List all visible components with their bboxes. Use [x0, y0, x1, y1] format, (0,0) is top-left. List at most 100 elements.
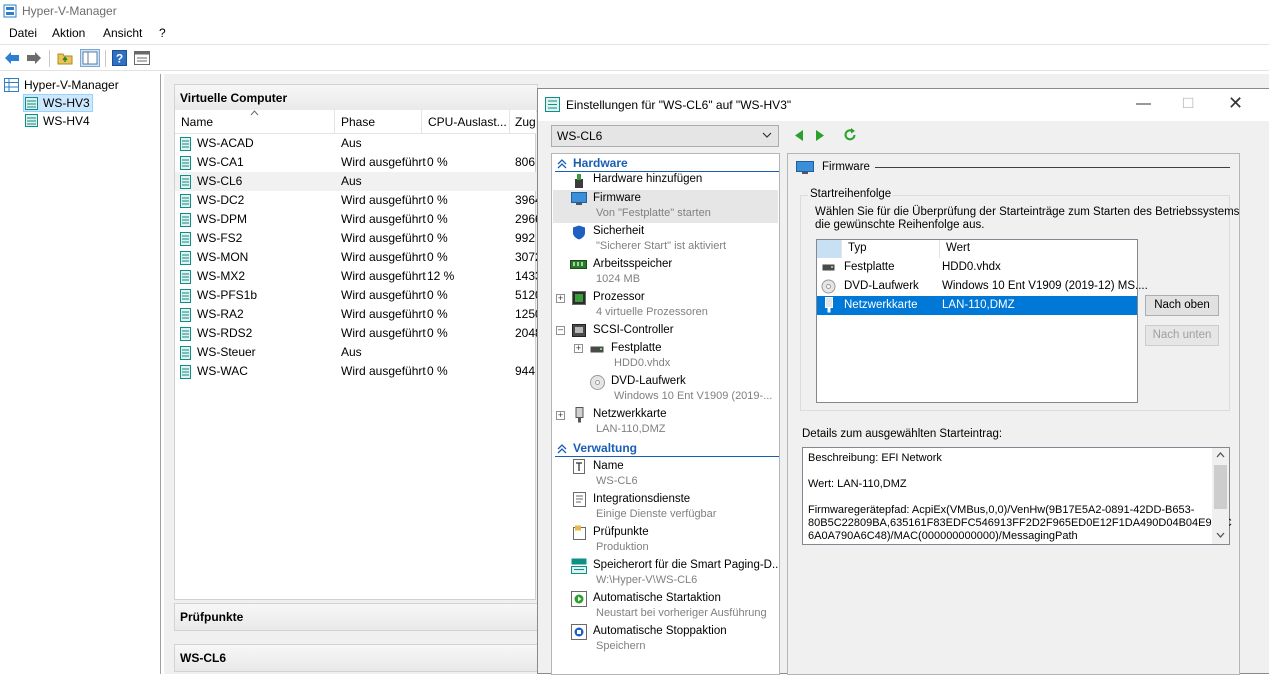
- management-header[interactable]: Verwaltung: [555, 440, 779, 457]
- nav-item-processor[interactable]: + Prozessor 4 virtuelle Prozessoren: [553, 289, 778, 322]
- vm-row[interactable]: WS-PFS1b Wird ausgeführt 0 % 5120: [175, 286, 542, 305]
- col-phase[interactable]: Phase: [341, 110, 375, 134]
- vm-cpu: 0 %: [427, 155, 448, 169]
- expand-icon[interactable]: +: [556, 411, 565, 420]
- vm-icon: [180, 308, 191, 322]
- tree-root[interactable]: Hyper-V-Manager: [4, 76, 154, 94]
- scroll-up-icon[interactable]: [1216, 452, 1225, 458]
- tree-item-ws-hv4[interactable]: WS-HV4: [24, 112, 94, 130]
- details-scrollbar[interactable]: [1212, 448, 1229, 544]
- nav-item-security[interactable]: Sicherheit "Sicherer Start" ist aktivier…: [553, 223, 778, 256]
- vm-row[interactable]: WS-MX2 Wird ausgeführt 12 % 1433: [175, 267, 542, 286]
- hardware-header[interactable]: Hardware: [555, 155, 779, 172]
- move-up-button[interactable]: Nach oben: [1145, 295, 1219, 316]
- boot-col-value[interactable]: Wert: [946, 242, 970, 254]
- boot-desc-line2: die gewünschte Reihenfolge aus.: [815, 219, 985, 231]
- next-vm-icon[interactable]: [815, 129, 826, 142]
- boot-entry-dvd[interactable]: DVD-Laufwerk Windows 10 Ent V1909 (2019-…: [817, 277, 1148, 296]
- vm-row[interactable]: WS-RDS2 Wird ausgeführt 0 % 2048: [175, 324, 542, 343]
- sort-ascending-icon: [250, 110, 259, 116]
- vm-name: WS-Steuer: [197, 345, 256, 359]
- collapse-icon: [557, 444, 567, 454]
- close-icon[interactable]: ✕: [1228, 93, 1243, 114]
- minimize-icon[interactable]: —: [1136, 95, 1151, 112]
- vm-section-header: Virtuelle Computer: [174, 84, 538, 112]
- nav-item-add-hardware[interactable]: Hardware hinzufügen: [553, 173, 778, 190]
- menu-bar: Datei Aktion Ansicht ?: [0, 22, 1269, 44]
- collapse-box-icon[interactable]: –: [556, 325, 565, 335]
- hard-disk-icon: [822, 264, 835, 271]
- vm-row[interactable]: WS-RA2 Wird ausgeführt 0 % 1250: [175, 305, 542, 324]
- help-icon[interactable]: ?: [112, 50, 127, 66]
- nav-item-firmware[interactable]: Firmware Von "Festplatte" starten: [553, 190, 778, 223]
- nav-item-name[interactable]: Name WS-CL6: [553, 458, 778, 491]
- console-tree-icon[interactable]: [80, 49, 100, 67]
- boot-entry-details[interactable]: Beschreibung: EFI Network Wert: LAN-110,…: [802, 447, 1232, 545]
- vm-icon: [180, 194, 191, 208]
- boot-col-type[interactable]: Typ: [848, 242, 867, 254]
- menu-ansicht[interactable]: Ansicht: [103, 26, 142, 40]
- menu-help[interactable]: ?: [159, 26, 166, 40]
- vm-cpu: 0 %: [427, 212, 448, 226]
- vm-cpu: 0 %: [427, 231, 448, 245]
- dialog-title: Einstellungen für "WS-CL6" auf "WS-HV3": [566, 98, 792, 112]
- nav-item-hard-disk[interactable]: + Festplatte HDD0.vhdx: [553, 340, 778, 373]
- details-label: Details zum ausgewählten Starteintrag:: [802, 428, 1003, 440]
- boot-entry-hard-disk[interactable]: Festplatte HDD0.vhdx: [817, 258, 1137, 277]
- refresh-icon[interactable]: [843, 128, 857, 142]
- col-name[interactable]: Name: [181, 110, 213, 134]
- expand-icon[interactable]: +: [574, 344, 583, 353]
- maximize-icon[interactable]: □: [1183, 93, 1193, 113]
- tree-item-ws-hv3[interactable]: WS-HV3: [23, 94, 93, 112]
- boot-entry-network[interactable]: Netzwerkkarte LAN-110,DMZ: [817, 296, 1137, 315]
- vm-row[interactable]: WS-WAC Wird ausgeführt 0 % 944: [175, 362, 536, 381]
- vm-row[interactable]: WS-CA1 Wird ausgeführt 0 % 806: [175, 153, 536, 172]
- vm-phase: Wird ausgeführt: [341, 193, 426, 207]
- back-arrow-icon[interactable]: [4, 51, 20, 65]
- vm-row[interactable]: WS-MON Wird ausgeführt 0 % 3072: [175, 248, 542, 267]
- nav-item-checkpoints[interactable]: Prüfpunkte Produktion: [553, 524, 778, 557]
- vm-name: WS-DPM: [197, 212, 247, 226]
- nav-item-auto-start[interactable]: Automatische Startaktion Neustart bei vo…: [553, 590, 778, 623]
- menu-datei[interactable]: Datei: [9, 26, 37, 40]
- nav-item-auto-stop[interactable]: Automatische Stoppaktion Speichern: [553, 623, 778, 656]
- vm-row[interactable]: WS-Steuer Aus: [175, 343, 536, 362]
- scroll-down-icon[interactable]: [1216, 532, 1225, 538]
- properties-icon[interactable]: [134, 51, 150, 65]
- vm-memory: 992: [515, 231, 536, 245]
- smart-paging-icon: [571, 558, 587, 574]
- vm-row[interactable]: WS-CL6 Aus: [175, 172, 536, 191]
- nav-item-integration-services[interactable]: Integrationsdienste Einige Dienste verfü…: [553, 491, 778, 524]
- vm-phase: Wird ausgeführt: [341, 288, 426, 302]
- scroll-thumb[interactable]: [1214, 465, 1227, 509]
- vm-row[interactable]: WS-ACAD Aus: [175, 134, 536, 153]
- nav-item-scsi-controller[interactable]: – SCSI-Controller: [553, 322, 778, 339]
- vm-select-dropdown[interactable]: WS-CL6: [551, 125, 779, 147]
- col-memory[interactable]: Zug: [515, 110, 536, 134]
- expand-icon[interactable]: +: [556, 294, 565, 303]
- forward-arrow-icon[interactable]: [26, 51, 42, 65]
- auto-stop-icon: [571, 624, 587, 640]
- processor-icon: [572, 291, 586, 305]
- nav-item-memory[interactable]: Arbeitsspeicher 1024 MB: [553, 256, 778, 289]
- vm-row[interactable]: WS-FS2 Wird ausgeführt 0 % 992: [175, 229, 536, 248]
- vm-icon: [180, 156, 191, 170]
- col-cpu[interactable]: CPU-Auslast...: [428, 110, 507, 134]
- hyperv-app-icon: [3, 4, 17, 18]
- dvd-icon: [821, 279, 836, 294]
- nav-item-dvd-drive[interactable]: DVD-Laufwerk Windows 10 Ent V1909 (2019-…: [553, 373, 778, 406]
- move-down-button[interactable]: Nach unten: [1145, 325, 1219, 346]
- previous-vm-icon[interactable]: [793, 129, 804, 142]
- vm-phase: Wird ausgeführt: [341, 364, 426, 378]
- tree-item-label: WS-HV4: [43, 114, 90, 128]
- folder-up-icon[interactable]: [57, 50, 73, 66]
- vm-row[interactable]: WS-DPM Wird ausgeführt 0 % 2966: [175, 210, 542, 229]
- vm-cpu: 0 %: [427, 288, 448, 302]
- vm-name: WS-RDS2: [197, 326, 253, 340]
- vm-name: WS-CA1: [197, 155, 244, 169]
- vm-row[interactable]: WS-DC2 Wird ausgeführt 0 % 3964: [175, 191, 542, 210]
- nav-item-smart-paging[interactable]: Speicherort für die Smart Paging-D... W:…: [553, 557, 779, 590]
- boot-group-label: Startreihenfolge: [808, 188, 894, 200]
- nav-item-network-adapter[interactable]: + Netzwerkkarte LAN-110,DMZ: [553, 406, 778, 439]
- menu-aktion[interactable]: Aktion: [52, 26, 85, 40]
